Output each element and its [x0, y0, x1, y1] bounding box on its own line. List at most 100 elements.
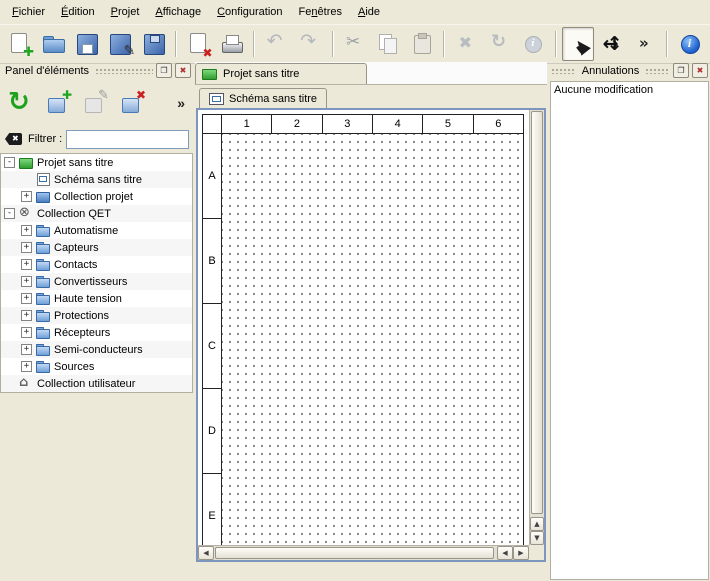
undo-button[interactable]	[261, 27, 293, 61]
selection-mode-button[interactable]	[562, 27, 594, 61]
toolbar-overflow-button[interactable]	[629, 27, 661, 61]
tree-item-projet-sans-titre[interactable]: - Projet sans titre	[1, 154, 192, 171]
ti-close	[187, 32, 211, 56]
dock-grip-handle[interactable]	[95, 67, 153, 74]
ti-infoblue	[678, 32, 702, 56]
expander-icon[interactable]: +	[21, 259, 32, 270]
schema-sheet[interactable]: 123456 ABCDE	[202, 114, 524, 545]
delete-element-button[interactable]	[115, 86, 149, 120]
expander-icon[interactable]: +	[21, 242, 32, 253]
tab-projet-sans-titre[interactable]: Projet sans titre	[195, 63, 367, 84]
arrow-down-icon: ▼	[534, 534, 539, 542]
elements-toolbar-overflow-button[interactable]: »	[173, 93, 189, 113]
row-label: B	[208, 255, 215, 267]
vertical-scrollbar[interactable]: ▲ ▼	[529, 110, 544, 545]
edit-element-button[interactable]	[78, 86, 112, 120]
open-file-button[interactable]	[37, 27, 69, 61]
float-panel-button[interactable]	[673, 63, 689, 78]
menu-item-aide[interactable]: Aide	[350, 2, 388, 22]
tree-item-convertisseurs[interactable]: + Convertisseurs	[1, 273, 192, 290]
paste-button[interactable]	[406, 27, 438, 61]
expander-icon[interactable]: +	[21, 344, 32, 355]
menu-item-fichier[interactable]: Fichier	[4, 2, 53, 22]
scroll-right-button[interactable]: ▶	[513, 546, 529, 560]
close-file-button[interactable]	[182, 27, 214, 61]
tree-item-automatisme[interactable]: + Automatisme	[1, 222, 192, 239]
menu-item-fenetres[interactable]: Fenêtres	[291, 2, 350, 22]
save-all-button[interactable]	[137, 27, 169, 61]
expander-icon[interactable]: +	[21, 327, 32, 338]
save-button[interactable]	[71, 27, 103, 61]
copy-button[interactable]	[372, 27, 404, 61]
menu-item-projet[interactable]: Projet	[103, 2, 148, 22]
ti-sep	[332, 31, 334, 57]
vertical-scroll-thumb[interactable]	[531, 111, 543, 514]
tree-item-contacts[interactable]: + Contacts	[1, 256, 192, 273]
expander-icon[interactable]: +	[21, 293, 32, 304]
filter-input[interactable]	[66, 130, 189, 149]
scroll-left-button[interactable]: ◀	[198, 546, 214, 560]
horizontal-scrollbar[interactable]: ◀ ◀ ▶	[198, 545, 529, 560]
new-file-button[interactable]	[4, 27, 36, 61]
clear-filter-icon[interactable]	[4, 129, 24, 149]
menu-label-post: êtres	[318, 6, 342, 18]
close-panel-button[interactable]	[692, 63, 708, 78]
ti-sep	[253, 31, 255, 57]
tree-item-collection-utilisateur[interactable]: Collection utilisateur	[1, 375, 192, 392]
dock-grip-handle[interactable]	[645, 67, 670, 74]
pan-mode-button[interactable]	[595, 27, 627, 61]
ti-open	[42, 32, 66, 56]
scroll-up-button[interactable]: ▲	[530, 517, 544, 531]
expander-icon[interactable]: +	[21, 191, 32, 202]
tree-item-haute-tension[interactable]: + Haute tension	[1, 290, 192, 307]
tree-item-collection-projet[interactable]: + Collection projet	[1, 188, 192, 205]
row-header: C	[203, 304, 221, 389]
menu-item-configuration[interactable]: Configuration	[209, 2, 290, 22]
expander-icon[interactable]: -	[4, 208, 15, 219]
reload-collections-button[interactable]	[4, 86, 38, 120]
tree-item-label: Convertisseurs	[54, 276, 127, 288]
new-element-button[interactable]	[41, 86, 75, 120]
schema-canvas[interactable]	[222, 134, 523, 545]
rotate-button[interactable]	[484, 27, 516, 61]
vertical-scroll-track[interactable]	[530, 110, 544, 517]
horizontal-scroll-track[interactable]	[214, 546, 497, 560]
scroll-down-button[interactable]: ▼	[530, 531, 544, 545]
tree-item-capteurs[interactable]: + Capteurs	[1, 239, 192, 256]
close-panel-button[interactable]	[175, 63, 191, 78]
horizontal-scroll-thumb[interactable]	[215, 547, 494, 559]
expander-icon[interactable]: +	[21, 361, 32, 372]
properties-button[interactable]	[517, 27, 549, 61]
dock-grip-handle[interactable]	[551, 67, 576, 74]
row-label: C	[208, 340, 216, 352]
schema-viewport[interactable]: 123456 ABCDE	[198, 110, 529, 545]
cut-button[interactable]	[339, 27, 371, 61]
ti-paste	[410, 32, 434, 56]
expander-icon[interactable]: -	[4, 157, 15, 168]
print-button[interactable]	[216, 27, 248, 61]
ti-delete	[455, 32, 479, 56]
expander-icon[interactable]: +	[21, 225, 32, 236]
menu-item-affichage[interactable]: Affichage	[147, 2, 209, 22]
ti-sep	[175, 31, 177, 57]
redo-button[interactable]	[294, 27, 326, 61]
delete-button[interactable]	[450, 27, 482, 61]
about-button[interactable]	[674, 27, 706, 61]
ti-redo	[298, 32, 322, 56]
menu-item-edition[interactable]: Édition	[53, 2, 103, 22]
undo-history-list[interactable]: Aucune modification	[550, 81, 709, 580]
menu-label-mnemonic: P	[111, 6, 118, 18]
expander-icon[interactable]: +	[21, 310, 32, 321]
tree-item-collection-qet[interactable]: - Collection QET	[1, 205, 192, 222]
tree-item-recepteurs[interactable]: + Récepteurs	[1, 324, 192, 341]
row-label: D	[208, 425, 216, 437]
tab-schema-sans-titre[interactable]: Schéma sans titre	[199, 88, 327, 109]
scroll-left-button-2[interactable]: ◀	[497, 546, 513, 560]
float-panel-button[interactable]	[156, 63, 172, 78]
expander-icon[interactable]: +	[21, 276, 32, 287]
tree-item-semi-conducteurs[interactable]: + Semi-conducteurs	[1, 341, 192, 358]
save-as-button[interactable]	[104, 27, 136, 61]
tree-item-schema-sans-titre[interactable]: Schéma sans titre	[1, 171, 192, 188]
tree-item-sources[interactable]: + Sources	[1, 358, 192, 375]
tree-item-protections[interactable]: + Protections	[1, 307, 192, 324]
